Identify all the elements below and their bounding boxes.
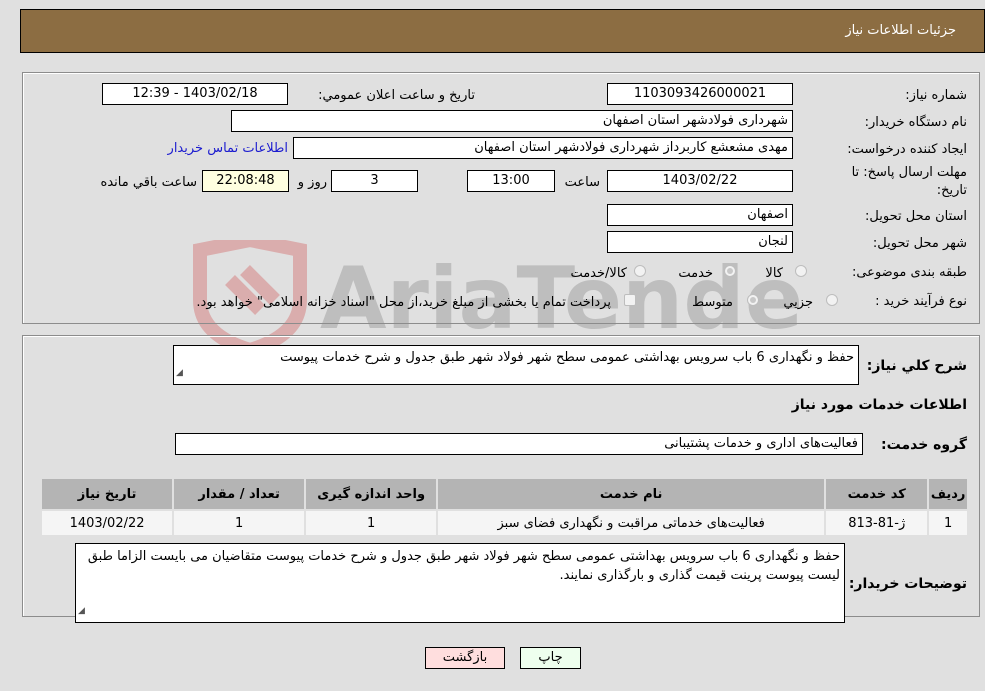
cell-service-code: ژ-81-813 (826, 511, 928, 535)
remaining-time-field: 22:08:48 (202, 170, 289, 192)
resize-grip-icon[interactable]: ◢ (78, 602, 85, 621)
services-heading: اطلاعات خدمات مورد نياز (791, 397, 967, 413)
announce-label: تاریخ و ساعت اعلان عمومي: (318, 88, 475, 103)
days-remaining-field: 3 (331, 170, 418, 192)
cell-row-number: 1 (929, 511, 967, 535)
city-field: لنجان (607, 231, 793, 253)
summary-label: شرح كلي نياز: (866, 358, 967, 374)
service-group-field: فعالیت‌های اداری و خدمات پشتیبانی (175, 433, 863, 455)
buyer-notes-label: توضیحات خریدار: (848, 576, 967, 592)
table-row: 1 ژ-81-813 فعالیت‌های خدماتی مراقبت و نگ… (42, 511, 967, 535)
resize-grip-icon[interactable]: ◢ (176, 364, 183, 383)
treasury-note: پرداخت تمام یا بخشی از مبلغ خرید،از محل … (196, 295, 611, 310)
category-radio-goods-service[interactable] (634, 265, 646, 277)
buyer-org-field: شهرداری فولادشهر استان اصفهان (231, 110, 793, 132)
col-service-code: کد خدمت (826, 479, 928, 509)
treasury-checkbox[interactable] (624, 294, 636, 306)
col-service-name: نام خدمت (438, 479, 825, 509)
purchase-radio-minor[interactable] (826, 294, 838, 306)
category-option-goods: کالا (765, 266, 783, 281)
deadline-time-field: 13:00 (467, 170, 555, 192)
days-label: روز و (297, 175, 327, 190)
remaining-time-label: ساعت باقي مانده (100, 175, 197, 190)
province-label: استان محل تحویل: (865, 209, 967, 224)
category-label: طبقه بندی موضوعی: (851, 265, 967, 280)
buyer-contact-link[interactable]: اطلاعات تماس خریدار (168, 141, 288, 156)
cell-need-date: 1403/02/22 (42, 511, 173, 535)
deadline-date-field: 1403/02/22 (607, 170, 793, 192)
back-button[interactable]: بازگشت (425, 647, 505, 669)
purchase-option-medium: متوسط (692, 295, 733, 310)
cell-quantity: 1 (174, 511, 305, 535)
page-header: جزئیات اطلاعات نیاز (20, 9, 985, 53)
col-quantity: تعداد / مقدار (174, 479, 305, 509)
category-radio-service[interactable] (724, 265, 736, 277)
category-option-service: خدمت (678, 266, 713, 281)
need-number-label: شماره نیاز: (905, 88, 967, 103)
creator-field: مهدی مشعشع کاربرداز شهرداری فولادشهر است… (293, 137, 793, 159)
service-group-label: گروه خدمت: (881, 437, 967, 453)
buyer-notes-textarea[interactable]: حفظ و نگهداری 6 باب سرویس بهداشتی عمومی … (75, 543, 845, 623)
category-radio-goods[interactable] (795, 265, 807, 277)
purchase-radio-medium[interactable] (747, 294, 759, 306)
deadline-label: مهلت ارسال پاسخ: تا (851, 165, 967, 180)
city-label: شهر محل تحویل: (872, 236, 967, 251)
col-need-date: تاریخ نیاز (42, 479, 173, 509)
deadline-time-label: ساعت (564, 175, 600, 190)
col-unit: واحد اندازه گیری (306, 479, 437, 509)
table-header-row: ردیف کد خدمت نام خدمت واحد اندازه گیری ت… (42, 479, 967, 509)
deadline-label-date: تاریخ: (936, 183, 967, 198)
page-title: جزئیات اطلاعات نیاز (845, 23, 956, 38)
summary-textarea[interactable]: حفظ و نگهداری 6 باب سرویس بهداشتی عمومی … (173, 345, 859, 385)
announce-field: 1403/02/18 - 12:39 (102, 83, 288, 105)
services-table: ردیف کد خدمت نام خدمت واحد اندازه گیری ت… (40, 477, 969, 537)
cell-unit: 1 (306, 511, 437, 535)
print-button[interactable]: چاپ (520, 647, 581, 669)
category-option-goods-service: کالا/خدمت (570, 266, 627, 281)
cell-service-name: فعالیت‌های خدماتی مراقبت و نگهداری فضای … (438, 511, 825, 535)
purchase-type-label: نوع فرآیند خرید : (875, 294, 967, 309)
buyer-org-label: نام دستگاه خریدار: (864, 115, 967, 130)
buyer-notes-text: حفظ و نگهداری 6 باب سرویس بهداشتی عمومی … (87, 549, 840, 583)
need-number-field: 1103093426000021 (607, 83, 793, 105)
summary-text: حفظ و نگهداری 6 باب سرویس بهداشتی عمومی … (280, 350, 854, 365)
creator-label: ایجاد کننده درخواست: (847, 142, 967, 157)
purchase-option-minor: جزیي (783, 295, 813, 310)
province-field: اصفهان (607, 204, 793, 226)
col-row-number: ردیف (929, 479, 967, 509)
